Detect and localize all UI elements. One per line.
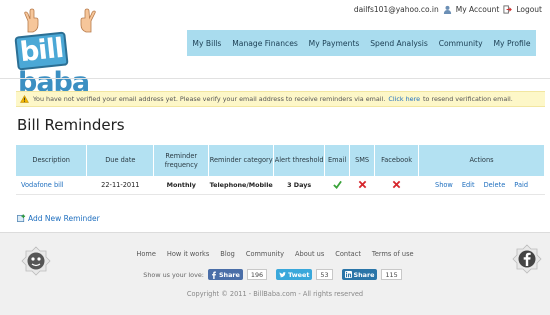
- row-description-link[interactable]: Vodafone bill: [16, 176, 87, 195]
- reminders-table: Description Due date Reminder frequency …: [16, 145, 545, 195]
- check-icon: [332, 181, 342, 190]
- add-new-reminder-label: Add New Reminder: [28, 214, 100, 223]
- logout-link[interactable]: Logout: [516, 5, 542, 14]
- share-row: Show us your love: Share 196 Tweet 53 Sh…: [0, 269, 550, 280]
- col-header-due-date: Due date: [86, 145, 155, 176]
- col-header-category: Reminder category: [208, 145, 275, 176]
- row-actions-cell: Show Edit Delete Paid: [418, 176, 545, 195]
- tweet-count: 53: [316, 269, 333, 280]
- row-sms-cell: [349, 176, 375, 195]
- add-reminder-icon: [17, 214, 26, 223]
- row-frequency: Monthly: [153, 176, 209, 195]
- nav-manage-finances[interactable]: Manage Finances: [230, 39, 300, 48]
- col-header-sms: SMS: [349, 145, 376, 176]
- row-actions: Show Edit Delete Paid: [419, 181, 545, 189]
- delete-action-link[interactable]: Delete: [484, 181, 506, 189]
- logo-wordmark: billbaba: [14, 31, 126, 98]
- nav-my-payments[interactable]: My Payments: [307, 39, 362, 48]
- hand-left-icon: [24, 8, 39, 33]
- user-email: dailfs101@yahoo.co.in: [353, 5, 439, 14]
- nav-community[interactable]: Community: [437, 39, 485, 48]
- facebook-share-button[interactable]: Share: [207, 269, 243, 280]
- logo-bill-text: bill: [14, 31, 69, 71]
- row-category: Telephone/Mobile: [208, 176, 274, 195]
- col-header-threshold: Alert threshold: [273, 145, 326, 176]
- page-title: Bill Reminders: [17, 116, 125, 134]
- add-new-reminder-link[interactable]: Add New Reminder: [17, 214, 100, 223]
- notice-suffix: to resend verification email.: [423, 95, 513, 103]
- nav-my-profile[interactable]: My Profile: [491, 39, 532, 48]
- col-header-facebook: Facebook: [374, 145, 420, 176]
- nav-my-bills[interactable]: My Bills: [190, 39, 223, 48]
- facebook-icon: [211, 271, 216, 279]
- user-icon: [443, 5, 451, 14]
- table-header-row: Description Due date Reminder frequency …: [16, 145, 545, 176]
- linkedin-share-button[interactable]: Share: [341, 269, 378, 280]
- footer-links: Home How it works Blog Community About u…: [0, 250, 550, 258]
- col-header-email: Email: [324, 145, 351, 176]
- col-header-description: Description: [16, 145, 88, 176]
- tweet-label: Tweet: [288, 270, 310, 279]
- footer-link-how-it-works[interactable]: How it works: [167, 250, 209, 258]
- nav-spend-analysis[interactable]: Spend Analysis: [368, 39, 430, 48]
- cross-icon: [392, 180, 401, 189]
- header-divider: [0, 78, 550, 79]
- footer-link-about-us[interactable]: About us: [295, 250, 324, 258]
- show-action-link[interactable]: Show: [435, 181, 453, 189]
- footer-link-home[interactable]: Home: [136, 250, 155, 258]
- edit-action-link[interactable]: Edit: [462, 181, 475, 189]
- page: dailfs101@yahoo.co.in My Account Logout …: [0, 0, 550, 315]
- footer-link-community[interactable]: Community: [246, 250, 284, 258]
- facebook-share-count: 196: [246, 269, 268, 280]
- col-header-frequency: Reminder frequency: [153, 145, 210, 176]
- footer-link-terms[interactable]: Terms of use: [372, 250, 414, 258]
- footer-link-blog[interactable]: Blog: [220, 250, 235, 258]
- footer-link-contact[interactable]: Contact: [335, 250, 361, 258]
- facebook-share-label: Share: [218, 270, 240, 279]
- copyright: Copyright © 2011 - BillBaba.com - All ri…: [186, 290, 364, 298]
- notice-text: You have not verified your email address…: [33, 95, 386, 103]
- linkedin-share-label: Share: [353, 270, 375, 279]
- warning-icon: [20, 95, 29, 103]
- billbaba-logo[interactable]: billbaba: [14, 8, 126, 98]
- resend-verification-link[interactable]: Click here: [388, 95, 420, 103]
- cross-icon: [358, 180, 366, 189]
- twitter-bird-icon: [279, 271, 286, 277]
- my-account-link[interactable]: My Account: [456, 5, 500, 14]
- linkedin-share-count: 115: [381, 269, 402, 280]
- hand-right-icon: [80, 8, 96, 33]
- share-label: Show us your love:: [143, 270, 204, 279]
- user-bar: dailfs101@yahoo.co.in My Account Logout: [354, 5, 542, 14]
- paid-action-link[interactable]: Paid: [514, 181, 528, 189]
- tweet-button[interactable]: Tweet: [276, 269, 313, 280]
- row-due-date: 22-11-2011: [86, 176, 154, 195]
- row-facebook-cell: [374, 176, 419, 195]
- linkedin-icon: [344, 271, 352, 278]
- footer: Home How it works Blog Community About u…: [0, 232, 550, 315]
- table-row: Vodafone bill 22-11-2011 Monthly Telepho…: [16, 176, 545, 195]
- row-email-cell: [324, 176, 350, 195]
- row-threshold: 3 Days: [273, 176, 325, 195]
- logout-icon: [503, 5, 513, 14]
- col-header-actions: Actions: [418, 145, 545, 176]
- verification-notice: You have not verified your email address…: [16, 91, 545, 107]
- main-nav: My Bills Manage Finances My Payments Spe…: [187, 30, 536, 56]
